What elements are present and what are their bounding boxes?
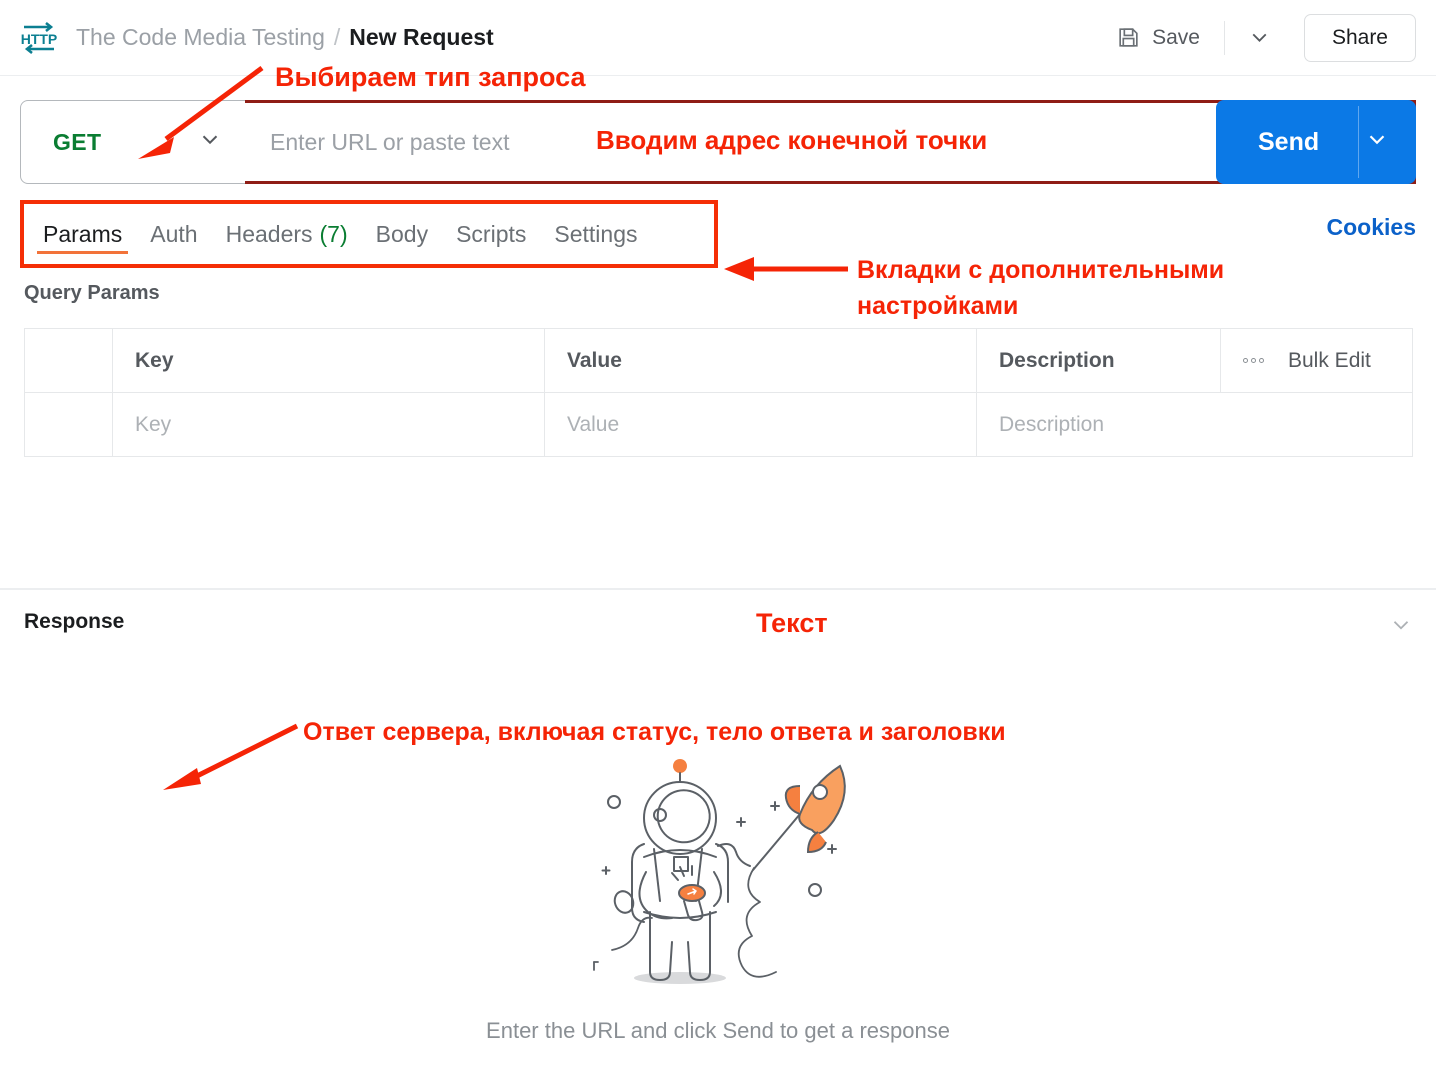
chevron-down-icon [1393, 621, 1409, 630]
param-description-input[interactable]: Description [977, 413, 1412, 437]
request-tabs-highlight-box: Params Auth Headers (7) Body Scripts Set… [20, 200, 718, 268]
send-button-group[interactable]: Send [1216, 100, 1416, 184]
table-row[interactable]: Key Value Description [24, 392, 1413, 457]
tab-settings-label: Settings [554, 220, 638, 247]
column-header-value: Value [567, 348, 622, 372]
chevron-down-icon [1252, 33, 1267, 42]
tab-auth-label: Auth [150, 220, 198, 247]
query-params-title: Query Params [24, 282, 160, 304]
pane-divider [0, 588, 1436, 590]
url-input[interactable]: Enter URL or paste text [270, 129, 509, 156]
tab-scripts[interactable]: Scripts [442, 204, 540, 264]
floppy-disk-icon [1116, 25, 1141, 50]
chevron-down-icon [197, 127, 223, 158]
save-button[interactable]: Save [1106, 19, 1210, 56]
response-label: Response [24, 610, 125, 633]
tab-params[interactable]: Params [29, 204, 136, 264]
bulk-edit-label: Bulk Edit [1288, 348, 1371, 372]
header-divider [1223, 20, 1225, 55]
query-params-table: Key Value Description Bulk Edit Key Valu… [24, 328, 1413, 457]
param-key-input[interactable]: Key [113, 413, 544, 437]
breadcrumb-collection[interactable]: The Code Media Testing [76, 24, 325, 51]
arrow-to-tabs [724, 257, 848, 281]
header-actions: Save Share [1106, 13, 1416, 62]
send-separator [1358, 106, 1359, 178]
save-dropdown-button[interactable] [1231, 17, 1288, 58]
arrow-to-response [163, 723, 299, 790]
cookies-link[interactable]: Cookies [1327, 214, 1416, 241]
row-checkbox-cell[interactable] [24, 392, 113, 457]
tab-headers-label: Headers [225, 220, 313, 247]
http-icon: HTTP [20, 20, 58, 56]
astronaut-with-rocket-illustration [568, 752, 868, 987]
request-tabs: Params Auth Headers (7) Body Scripts Set… [24, 204, 714, 264]
tab-scripts-label: Scripts [456, 220, 527, 247]
app-root: HTTP The Code Media Testing / New Reques… [0, 0, 1436, 1088]
annotation-method: Выбираем тип запроса [275, 62, 586, 92]
more-options-icon[interactable] [1243, 358, 1264, 363]
table-header-row: Key Value Description Bulk Edit [24, 328, 1413, 393]
header-cell-checkbox [24, 328, 113, 393]
response-collapse-button[interactable] [1388, 612, 1414, 643]
response-hint: Enter the URL and click Send to get a re… [486, 1018, 950, 1043]
breadcrumb-separator: / [333, 24, 341, 50]
tab-params-label: Params [43, 220, 123, 247]
bulk-edit-button[interactable]: Bulk Edit [1221, 349, 1412, 373]
column-header-description: Description [999, 348, 1115, 372]
param-value-input[interactable]: Value [545, 413, 976, 437]
tab-body[interactable]: Body [362, 204, 442, 264]
share-button[interactable]: Share [1303, 13, 1416, 62]
tab-body-label: Body [375, 220, 429, 247]
save-label: Save [1152, 25, 1200, 49]
breadcrumb-request-name[interactable]: New Request [349, 24, 493, 51]
send-button[interactable]: Send [1216, 128, 1319, 157]
tab-headers-count: (7) [319, 220, 348, 247]
annotation-tabs: Вкладки с дополнительными настройками [857, 256, 1225, 321]
column-header-key: Key [135, 348, 174, 372]
tab-settings[interactable]: Settings [540, 204, 651, 264]
tab-auth[interactable]: Auth [136, 204, 211, 264]
svg-text:HTTP: HTTP [21, 31, 58, 47]
http-method-select[interactable]: GET [20, 100, 246, 184]
http-method-value: GET [53, 128, 102, 155]
annotation-response: Ответ сервера, включая статус, тело отве… [303, 718, 1006, 746]
annotation-url: Вводим адрес конечной точки [596, 125, 988, 155]
send-dropdown-button[interactable] [1364, 127, 1390, 158]
tab-headers[interactable]: Headers (7) [212, 204, 362, 264]
app-header: HTTP The Code Media Testing / New Reques… [0, 0, 1436, 76]
chevron-down-icon [1369, 135, 1385, 145]
annotation-response-text: Текст [756, 608, 828, 638]
breadcrumb: The Code Media Testing / New Request [76, 24, 494, 51]
